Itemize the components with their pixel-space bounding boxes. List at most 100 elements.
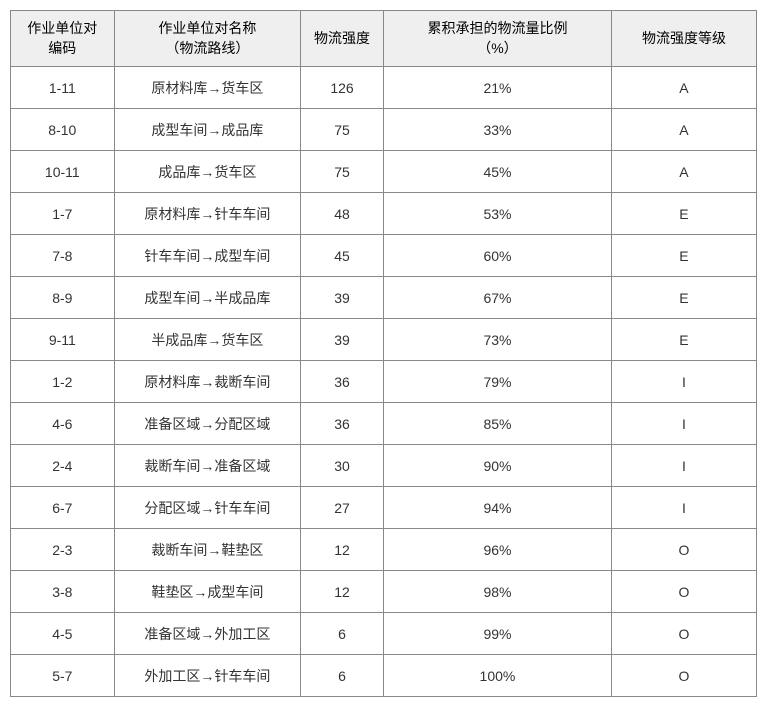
- cell-code: 2-4: [11, 445, 115, 487]
- cell-percent: 99%: [383, 613, 611, 655]
- cell-grade-text: E: [679, 206, 688, 222]
- cell-name: 外加工区→针车车间: [114, 655, 301, 697]
- cell-percent-text: 45%: [483, 164, 511, 180]
- cell-strength: 30: [301, 445, 384, 487]
- cell-percent: 60%: [383, 235, 611, 277]
- cell-percent: 33%: [383, 109, 611, 151]
- cell-strength-text: 75: [334, 164, 350, 180]
- cell-strength-text: 6: [338, 626, 346, 642]
- cell-name: 半成品库→货车区: [114, 319, 301, 361]
- cell-strength-text: 48: [334, 206, 350, 222]
- cell-strength: 45: [301, 235, 384, 277]
- table-row: 1-2原材料库→裁断车间3679%I: [11, 361, 757, 403]
- cell-percent: 67%: [383, 277, 611, 319]
- cell-name: 成型车间→半成品库: [114, 277, 301, 319]
- cell-grade: E: [611, 235, 756, 277]
- cell-strength-text: 126: [330, 80, 353, 96]
- cell-strength-text: 45: [334, 248, 350, 264]
- cell-name-text: 原材料库→针车车间: [144, 206, 270, 222]
- cell-percent: 90%: [383, 445, 611, 487]
- cell-grade: I: [611, 445, 756, 487]
- header-name: 作业单位对名称 （物流路线）: [114, 11, 301, 67]
- cell-strength-text: 30: [334, 458, 350, 474]
- cell-code: 6-7: [11, 487, 115, 529]
- cell-percent: 53%: [383, 193, 611, 235]
- cell-name: 成品库→货车区: [114, 151, 301, 193]
- header-strength-text: 物流强度: [314, 30, 370, 46]
- cell-percent: 21%: [383, 67, 611, 109]
- cell-name-text: 半成品库→货车区: [151, 332, 263, 348]
- cell-code-text: 8-10: [48, 122, 76, 138]
- cell-code: 4-5: [11, 613, 115, 655]
- cell-name: 鞋垫区→成型车间: [114, 571, 301, 613]
- cell-code-text: 10-11: [45, 164, 80, 180]
- cell-percent-text: 99%: [483, 626, 511, 642]
- table-row: 2-4裁断车间→准备区域 30 90% I: [11, 445, 757, 487]
- cell-percent-text: 53%: [483, 206, 511, 222]
- cell-name-text: 成品库→货车区: [158, 164, 256, 180]
- cell-strength: 39: [301, 319, 384, 361]
- cell-strength-text: 75: [334, 122, 350, 138]
- header-percent-line1: 累积承担的物流量比例: [427, 20, 567, 36]
- cell-strength-text: 12: [334, 542, 350, 558]
- cell-strength-text: 27: [334, 500, 350, 516]
- logistics-table: 作业单位对 编码 作业单位对名称 （物流路线） 物流强度 累积承担的物流量比例 …: [10, 10, 757, 697]
- cell-name-text: 成型车间→半成品库: [144, 290, 270, 306]
- cell-name: 原材料库→货车区: [114, 67, 301, 109]
- cell-strength-text: 36: [334, 416, 350, 432]
- cell-name: 准备区域→外加工区: [114, 613, 301, 655]
- cell-name-text: 原材料库→裁断车间: [144, 374, 270, 390]
- cell-percent-text: 85%: [483, 416, 511, 432]
- cell-name-text: 外加工区→针车车间: [144, 668, 270, 684]
- cell-percent-text: 67%: [483, 290, 511, 306]
- cell-strength: 12: [301, 529, 384, 571]
- cell-code-text: 9-11: [49, 332, 76, 348]
- cell-strength: 36: [301, 361, 384, 403]
- cell-name-text: 成型车间→成品库: [151, 122, 263, 138]
- cell-name-text: 裁断车间→鞋垫区: [151, 542, 263, 558]
- cell-strength: 48: [301, 193, 384, 235]
- cell-grade-text: O: [679, 626, 690, 642]
- header-code: 作业单位对 编码: [11, 11, 115, 67]
- cell-name: 分配区域→针车车间: [114, 487, 301, 529]
- table-row: 5-7外加工区→针车车间6100%O: [11, 655, 757, 697]
- cell-code: 1-2: [11, 361, 115, 403]
- cell-strength: 36: [301, 403, 384, 445]
- header-percent: 累积承担的物流量比例 （%）: [383, 11, 611, 67]
- header-grade: 物流强度等级: [611, 11, 756, 67]
- cell-name-text: 分配区域→针车车间: [144, 500, 270, 516]
- cell-grade-text: I: [682, 374, 686, 390]
- cell-percent-text: 94%: [483, 500, 511, 516]
- cell-strength: 6: [301, 613, 384, 655]
- cell-code-text: 1-11: [49, 80, 76, 96]
- cell-percent: 45%: [383, 151, 611, 193]
- header-code-line2: 编码: [48, 40, 76, 56]
- cell-code: 9-11: [11, 319, 115, 361]
- cell-grade: O: [611, 529, 756, 571]
- cell-percent-text: 60%: [483, 248, 511, 264]
- cell-code-text: 4-6: [52, 416, 72, 432]
- cell-percent-text: 96%: [483, 542, 511, 558]
- cell-strength: 75: [301, 151, 384, 193]
- cell-grade-text: I: [682, 416, 686, 432]
- cell-grade: O: [611, 655, 756, 697]
- cell-code: 3-8: [11, 571, 115, 613]
- cell-code-text: 4-5: [52, 626, 72, 642]
- header-name-line2: （物流路线）: [165, 40, 249, 56]
- table-row: 4-6准备区域→分配区域3685%I: [11, 403, 757, 445]
- cell-strength: 39: [301, 277, 384, 319]
- cell-grade-text: A: [679, 80, 688, 96]
- table-row: 2-3裁断车间→鞋垫区1296%O: [11, 529, 757, 571]
- cell-grade: E: [611, 319, 756, 361]
- table-body: 1-11 原材料库→货车区 126 21% A 8-10 成型车间→成品库 75 33% A 10-…: [11, 67, 757, 697]
- cell-strength: 12: [301, 571, 384, 613]
- cell-name-text: 原材料库→货车区: [151, 80, 263, 96]
- cell-percent-text: 90%: [483, 458, 511, 474]
- cell-percent-text: 98%: [483, 584, 511, 600]
- cell-grade: E: [611, 193, 756, 235]
- header-percent-line2: （%）: [477, 40, 517, 56]
- table-row: 9-11半成品库→货车区3973%E: [11, 319, 757, 361]
- cell-grade-text: I: [682, 458, 686, 474]
- table-row: 1-11 原材料库→货车区 126 21% A: [11, 67, 757, 109]
- cell-name: 裁断车间→准备区域: [114, 445, 301, 487]
